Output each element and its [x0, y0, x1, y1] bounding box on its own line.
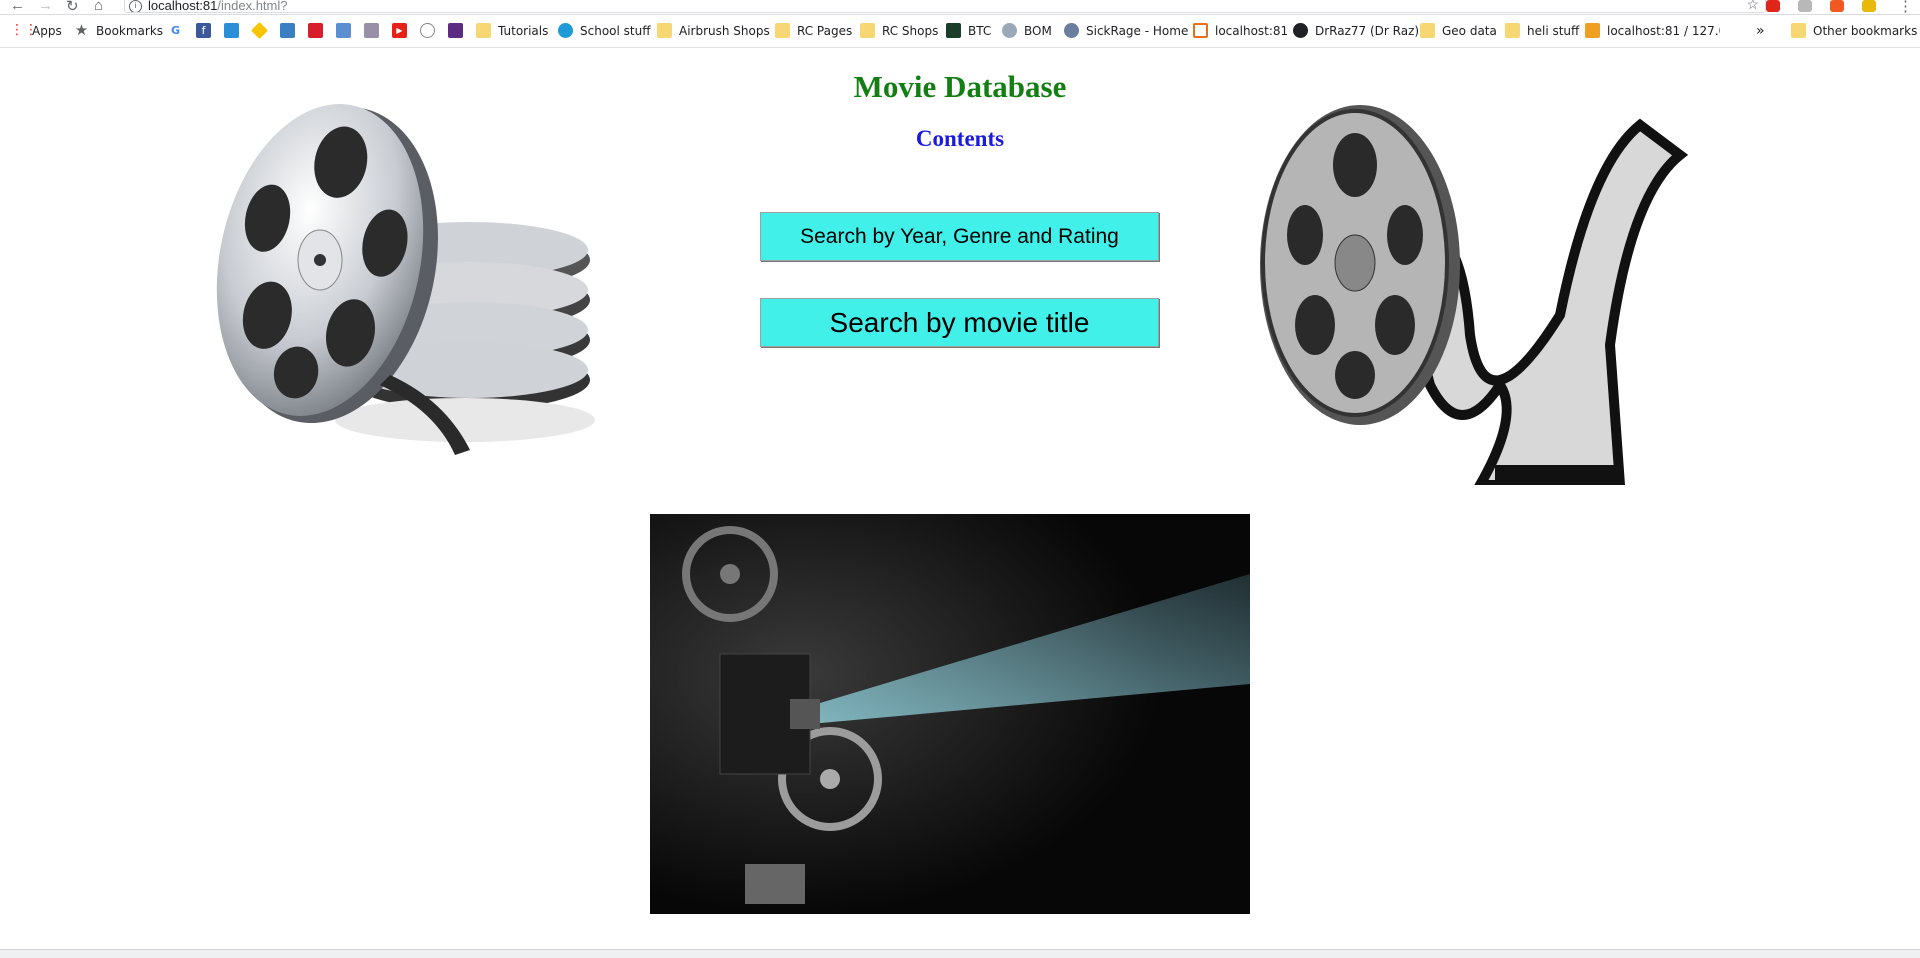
address-bar: ← → ↻ ⌂ i localhost:81/index.html? ☆ ⋮ — [0, 0, 1920, 15]
bookmarks-overflow-button[interactable]: » — [1756, 15, 1765, 47]
film-reels-image — [216, 104, 595, 455]
bookmark-label: Tutorials — [498, 24, 549, 38]
folder-icon — [1791, 23, 1806, 38]
bookmark-label: Bookmarks — [96, 24, 164, 38]
folder-icon — [860, 23, 875, 38]
site-icon — [364, 23, 379, 38]
site-icon — [280, 23, 295, 38]
bookmark-btc[interactable]: BTC — [946, 15, 991, 47]
site-icon — [1064, 23, 1079, 38]
forward-icon[interactable]: → — [38, 0, 53, 14]
bookmark-site[interactable] — [364, 15, 386, 47]
info-icon[interactable]: i — [129, 0, 142, 12]
chevron-double-right-icon: » — [1756, 23, 1765, 39]
url-path: /index.html? — [217, 0, 288, 13]
bookmark-label: Geo data — [1442, 24, 1497, 38]
site-icon — [336, 23, 351, 38]
bookmark-youtube[interactable]: ▶ — [392, 15, 414, 47]
bookmark-github[interactable]: DrRaz77 (Dr Raz) — [1293, 15, 1419, 47]
bookmark-folder-geo-data[interactable]: Geo data — [1420, 15, 1497, 47]
bookmark-bookmarks[interactable]: ★ Bookmarks — [74, 15, 163, 47]
google-icon: G — [170, 24, 181, 37]
site-icon — [224, 23, 239, 38]
bookmark-apps[interactable]: ⋮⋮Apps — [10, 15, 62, 47]
site-icon — [251, 22, 268, 39]
bookmark-folder-heli-stuff[interactable]: heli stuff — [1505, 15, 1579, 47]
bookmark-label: Other bookmarks — [1813, 24, 1918, 38]
github-icon — [1293, 23, 1308, 38]
bookmark-facebook[interactable]: f — [196, 15, 218, 47]
film-reel-strip-image — [1260, 105, 1689, 485]
bookmark-bom[interactable]: BOM — [1002, 15, 1052, 47]
folder-icon — [775, 23, 790, 38]
extension-icon[interactable] — [1798, 0, 1812, 12]
projector-illustration — [650, 514, 1250, 914]
search-movie-title-button[interactable]: Search by movie title — [760, 298, 1159, 347]
extension-icon[interactable] — [1830, 0, 1844, 12]
bookmark-label: heli stuff — [1527, 24, 1580, 38]
bookmark-label: DrRaz77 (Dr Raz) — [1315, 24, 1420, 38]
site-icon — [946, 23, 961, 38]
site-icon — [558, 23, 573, 38]
site-icon — [308, 23, 323, 38]
bookmark-other-bookmarks[interactable]: Other bookmarks — [1791, 15, 1917, 47]
site-icon — [448, 23, 463, 38]
bookmark-reddit[interactable] — [420, 15, 442, 47]
folder-icon — [657, 23, 672, 38]
bookmark-site[interactable] — [224, 15, 246, 47]
site-icon — [1585, 23, 1600, 38]
bookmark-folder-tutorials[interactable]: Tutorials — [476, 15, 548, 47]
bookmark-school-stuff[interactable]: School stuff — [558, 15, 650, 47]
bookmark-google[interactable]: G — [168, 15, 190, 47]
bookmark-star-icon[interactable]: ☆ — [1746, 0, 1759, 11]
url-host: localhost:81 — [148, 0, 218, 13]
bookmark-label: RC Pages — [797, 24, 853, 38]
opera-extension-icon[interactable] — [1766, 0, 1780, 12]
bookmark-label: localhost:81 / 127.0.0 — [1607, 24, 1720, 38]
projector-image — [650, 514, 1250, 914]
bookmark-localhost[interactable]: localhost:81 — [1193, 15, 1288, 47]
home-icon[interactable]: ⌂ — [94, 0, 103, 14]
bookmark-label: BTC — [968, 24, 992, 38]
back-icon[interactable]: ← — [10, 0, 25, 14]
bookmark-site[interactable] — [336, 15, 358, 47]
bookmark-site[interactable] — [251, 15, 274, 47]
search-year-genre-rating-button[interactable]: Search by Year, Genre and Rating — [760, 212, 1159, 261]
bookmark-label: BOM — [1024, 24, 1052, 38]
facebook-icon: f — [196, 23, 211, 38]
bookmark-label: RC Shops — [882, 24, 939, 38]
folder-icon — [476, 23, 491, 38]
youtube-icon: ▶ — [392, 23, 407, 38]
bookmark-label: Airbrush Shops — [679, 24, 770, 38]
bookmark-site[interactable] — [448, 15, 470, 47]
site-icon — [1193, 23, 1208, 38]
bookmark-folder-rc-shops[interactable]: RC Shops — [860, 15, 938, 47]
folder-icon — [1505, 23, 1520, 38]
apps-grid-icon: ⋮⋮ — [10, 22, 38, 38]
bookmark-sickrage[interactable]: SickRage - Home — [1064, 15, 1188, 47]
bookmarks-bar: ⋮⋮Apps ★ Bookmarks G f ▶ Tutorials School… — [0, 15, 1920, 48]
extension-badge-icon[interactable] — [1862, 0, 1876, 12]
bookmark-label: School stuff — [580, 24, 651, 38]
reload-icon[interactable]: ↻ — [66, 0, 79, 15]
bookmark-site[interactable] — [308, 15, 330, 47]
bookmark-label: SickRage - Home — [1086, 24, 1189, 38]
bookmark-localhost-phpmyadmin[interactable]: localhost:81 / 127.0.0 — [1585, 15, 1720, 47]
bookmark-folder-rc-pages[interactable]: RC Pages — [775, 15, 852, 47]
url-field[interactable]: i localhost:81/index.html? ☆ — [124, 0, 1766, 13]
folder-icon — [1420, 23, 1435, 38]
bookmark-site[interactable] — [280, 15, 302, 47]
bookmark-folder-airbrush-shops[interactable]: Airbrush Shops — [657, 15, 770, 47]
bookmark-label: localhost:81 — [1215, 24, 1289, 38]
reddit-icon — [420, 23, 435, 38]
star-icon: ★ — [74, 21, 89, 39]
site-icon — [1002, 23, 1017, 38]
menu-icon[interactable]: ⋮ — [1898, 0, 1913, 15]
